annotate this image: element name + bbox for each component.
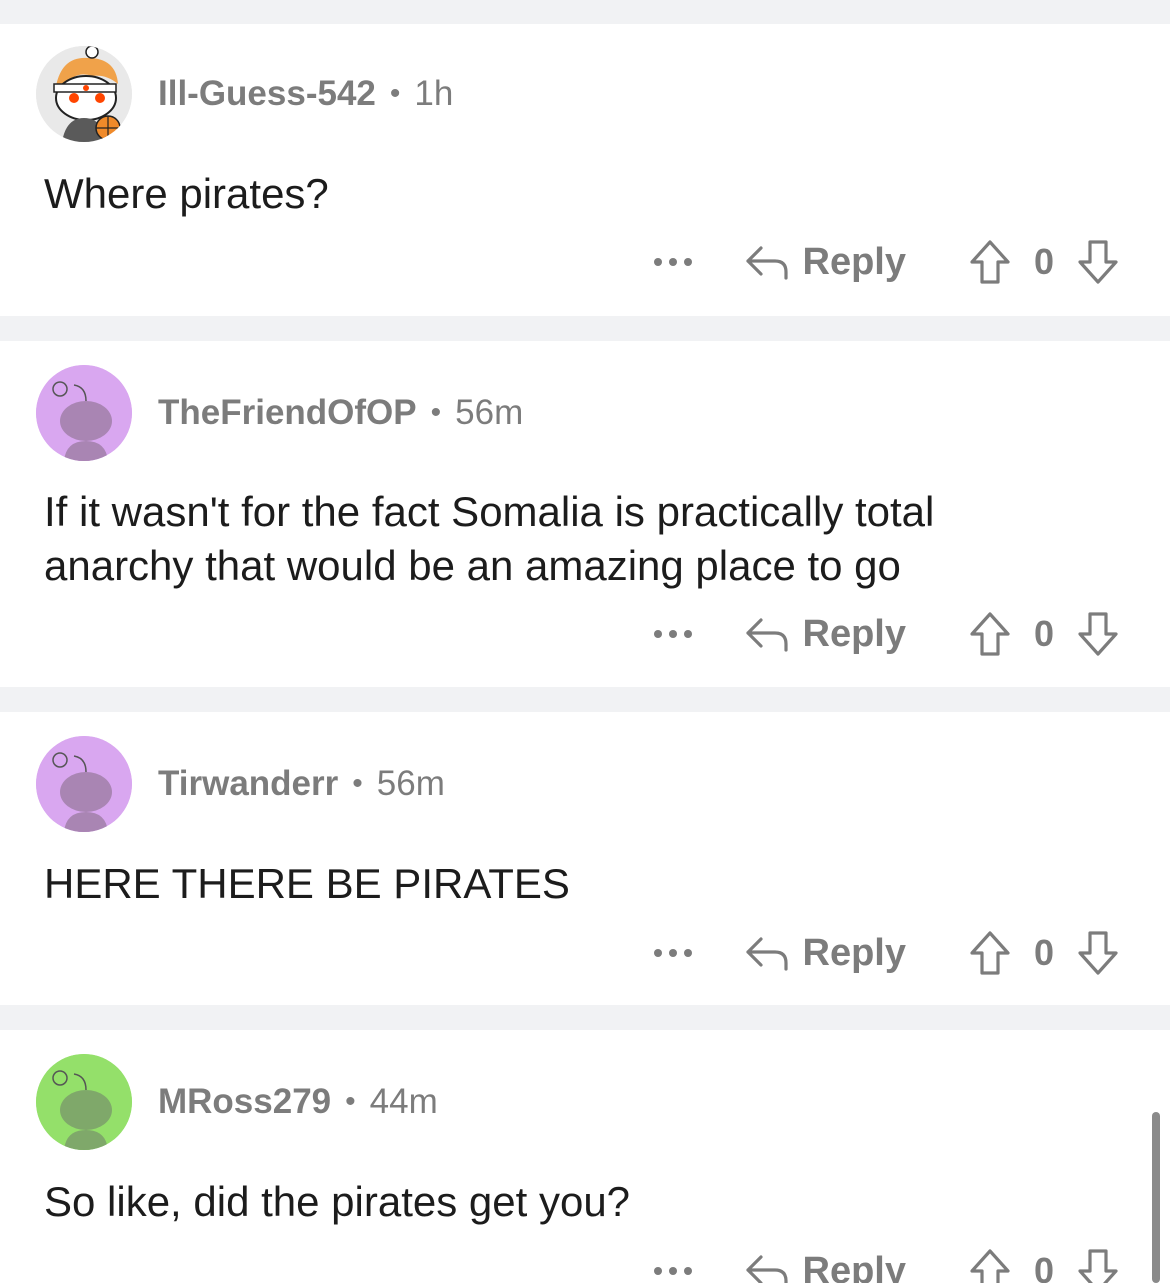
comment-meta: TheFriendOfOP • 56m (158, 393, 523, 433)
more-options-button[interactable] (643, 1251, 703, 1283)
downvote-button[interactable] (1076, 929, 1120, 977)
comment-age: 56m (455, 393, 524, 432)
upvote-arrow-icon (970, 240, 1010, 284)
reply-arrow-icon (745, 618, 788, 652)
reply-button[interactable]: Reply (745, 241, 906, 284)
comment-header: TheFriendOfOP • 56m (36, 365, 523, 461)
vote-controls: 0 (968, 1247, 1120, 1283)
scrollbar[interactable] (1152, 1112, 1160, 1283)
user-avatar[interactable] (36, 365, 132, 461)
upvote-button[interactable] (968, 238, 1012, 286)
downvote-arrow-icon (1078, 240, 1118, 284)
comment-meta: Tirwanderr • 56m (158, 764, 445, 804)
upvote-button[interactable] (968, 610, 1012, 658)
ellipsis-icon (653, 1267, 692, 1275)
username[interactable]: MRoss279 (158, 1082, 331, 1122)
comment-body: Where pirates? (44, 170, 329, 217)
more-options-button[interactable] (643, 242, 703, 282)
comment-actions: Reply 0 (643, 604, 1120, 664)
comment-card: Tirwanderr • 56m HERE THERE BE PIRATES R… (0, 712, 1170, 1005)
comment-age: 1h (414, 74, 454, 113)
upvote-arrow-icon (970, 612, 1010, 656)
comment-body: So like, did the pirates get you? (44, 1178, 631, 1225)
comment-header: Tirwanderr • 56m (36, 736, 445, 832)
comment-body: If it wasn't for the fact Somalia is pra… (44, 488, 935, 589)
downvote-arrow-icon (1078, 931, 1118, 975)
comment-age: 56m (376, 764, 445, 803)
ellipsis-icon (653, 630, 692, 638)
comment-header: Ill-Guess-542 • 1h (36, 46, 453, 142)
comment-card: MRoss279 • 44m So like, did the pirates … (0, 1030, 1170, 1283)
reply-button[interactable]: Reply (745, 932, 906, 975)
downvote-arrow-icon (1078, 1249, 1118, 1283)
more-options-button[interactable] (643, 614, 703, 654)
username[interactable]: Tirwanderr (158, 764, 338, 804)
vote-controls: 0 (968, 929, 1120, 977)
meta-separator: • (345, 1085, 356, 1118)
comment-card: Ill-Guess-542 • 1h Where pirates? Reply (0, 24, 1170, 316)
comment-age: 44m (369, 1082, 438, 1121)
snoo-avatar-default-icon (36, 1054, 132, 1150)
comment-meta: Ill-Guess-542 • 1h (158, 74, 453, 114)
reply-button[interactable]: Reply (745, 613, 906, 656)
upvote-button[interactable] (968, 1247, 1012, 1283)
user-avatar[interactable] (36, 736, 132, 832)
reply-label: Reply (802, 931, 906, 974)
meta-separator: • (389, 77, 401, 110)
username[interactable]: Ill-Guess-542 (158, 74, 376, 114)
upvote-arrow-icon (970, 1249, 1010, 1283)
reply-button[interactable]: Reply (745, 1250, 906, 1283)
snoo-avatar-custom-icon (36, 46, 132, 142)
ellipsis-icon (653, 949, 692, 957)
downvote-button[interactable] (1076, 238, 1120, 286)
comment-actions: Reply 0 (643, 1241, 1120, 1283)
reply-label: Reply (802, 240, 906, 283)
ellipsis-icon (653, 258, 692, 266)
comment-actions: Reply 0 (643, 923, 1120, 983)
vote-controls: 0 (968, 610, 1120, 658)
comment-feed: Ill-Guess-542 • 1h Where pirates? Reply (0, 0, 1170, 1283)
snoo-avatar-default-icon (36, 365, 132, 461)
comment-body: HERE THERE BE PIRATES (44, 860, 570, 907)
meta-separator: • (430, 396, 442, 429)
user-avatar[interactable] (36, 1054, 132, 1150)
more-options-button[interactable] (643, 933, 703, 973)
reply-label: Reply (802, 1249, 906, 1283)
reply-arrow-icon (745, 937, 788, 971)
comment-meta: MRoss279 • 44m (158, 1082, 438, 1122)
comment-header: MRoss279 • 44m (36, 1054, 438, 1150)
vote-controls: 0 (968, 238, 1120, 286)
meta-separator: • (352, 767, 363, 800)
reply-arrow-icon (745, 1255, 788, 1283)
downvote-button[interactable] (1076, 610, 1120, 658)
vote-score: 0 (1033, 1250, 1055, 1283)
reply-arrow-icon (745, 246, 788, 280)
vote-score: 0 (1033, 613, 1055, 654)
comment-actions: Reply 0 (643, 232, 1120, 292)
snoo-avatar-default-icon (36, 736, 132, 832)
downvote-button[interactable] (1076, 1247, 1120, 1283)
vote-score: 0 (1033, 932, 1055, 973)
upvote-button[interactable] (968, 929, 1012, 977)
downvote-arrow-icon (1078, 612, 1118, 656)
comment-card: TheFriendOfOP • 56m If it wasn't for the… (0, 341, 1170, 687)
reply-label: Reply (802, 612, 906, 655)
username[interactable]: TheFriendOfOP (158, 393, 417, 433)
vote-score: 0 (1033, 241, 1055, 282)
upvote-arrow-icon (970, 931, 1010, 975)
user-avatar[interactable] (36, 46, 132, 142)
